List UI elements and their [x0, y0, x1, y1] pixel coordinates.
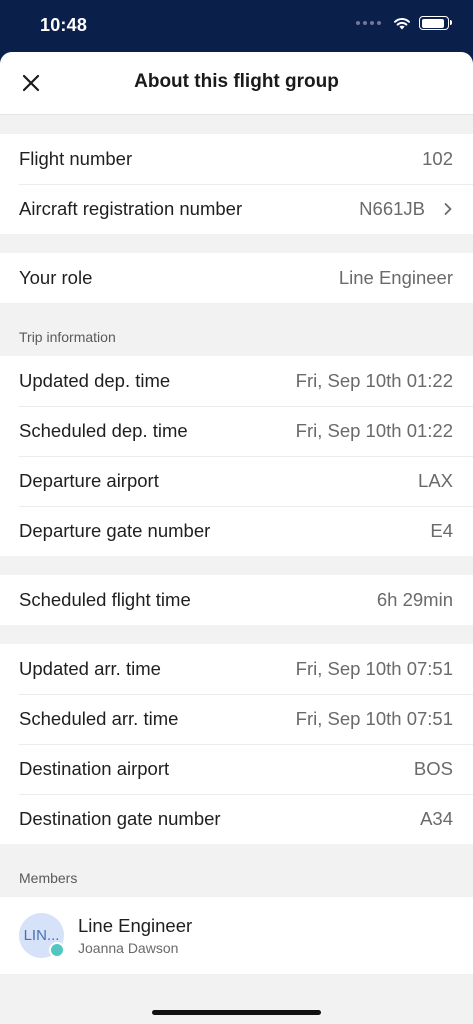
member-list-item[interactable]: LIN... Line Engineer Joanna Dawson	[0, 897, 473, 974]
online-status-icon	[49, 942, 65, 958]
chevron-right-icon	[444, 203, 452, 215]
wifi-icon	[394, 17, 410, 30]
row-label: Scheduled dep. time	[19, 420, 188, 441]
flight-number-row: Flight number 102	[0, 134, 473, 184]
departure-gate-row: Departure gate number E4	[0, 506, 473, 556]
row-value: E4	[430, 520, 453, 541]
row-value: BOS	[413, 758, 453, 779]
row-label: Your role	[19, 267, 93, 288]
registration-text: N661JB	[359, 198, 425, 219]
status-icons	[356, 16, 452, 30]
scheduled-dep-time-row: Scheduled dep. time Fri, Sep 10th 01:22	[0, 406, 473, 456]
destination-airport-row: Destination airport BOS	[0, 744, 473, 794]
row-label: Departure gate number	[19, 520, 211, 541]
row-label: Updated dep. time	[19, 370, 171, 391]
row-label: Aircraft registration number	[19, 198, 243, 219]
row-value: A34	[420, 808, 453, 829]
home-indicator[interactable]	[152, 1010, 321, 1015]
departure-airport-row: Departure airport LAX	[0, 456, 473, 506]
member-subtitle: Joanna Dawson	[78, 940, 179, 956]
member-text: Line Engineer Joanna Dawson	[78, 915, 192, 956]
row-value: Fri, Sep 10th 01:22	[295, 370, 453, 391]
status-bar: 10:48	[0, 0, 473, 52]
role-group: Your role Line Engineer	[0, 253, 473, 303]
updated-arr-time-row: Updated arr. time Fri, Sep 10th 07:51	[0, 644, 473, 694]
battery-icon	[419, 16, 452, 30]
flight-number-value: 102	[422, 148, 453, 169]
row-label: Destination gate number	[19, 808, 221, 829]
members-section-header: Members	[19, 870, 78, 886]
avatar: LIN...	[19, 913, 65, 958]
member-name: Line Engineer	[78, 915, 193, 936]
destination-gate-row: Destination gate number A34	[0, 794, 473, 844]
row-label: Scheduled flight time	[19, 589, 191, 610]
row-label: Departure airport	[19, 470, 159, 491]
row-label: Scheduled arr. time	[19, 708, 179, 729]
scheduled-arr-time-row: Scheduled arr. time Fri, Sep 10th 07:51	[0, 694, 473, 744]
flight-info-group: Flight number 102 Aircraft registration …	[0, 134, 473, 234]
role-row: Your role Line Engineer	[0, 253, 473, 303]
scheduled-flight-time-row: Scheduled flight time 6h 29min	[0, 575, 473, 625]
bottom-sheet: About this flight group Flight number 10…	[0, 52, 473, 1024]
row-label: Destination airport	[19, 758, 170, 779]
signal-icon	[356, 21, 381, 25]
arrival-group: Updated arr. time Fri, Sep 10th 07:51 Sc…	[0, 644, 473, 844]
aircraft-registration-value: N661JB	[359, 198, 453, 220]
row-label: Flight number	[19, 148, 133, 169]
trip-section-header: Trip information	[19, 329, 116, 345]
row-value: Fri, Sep 10th 07:51	[295, 658, 453, 679]
row-value: Fri, Sep 10th 01:22	[295, 420, 453, 441]
row-label: Updated arr. time	[19, 658, 161, 679]
sheet-header: About this flight group	[0, 52, 473, 115]
row-value: Fri, Sep 10th 07:51	[295, 708, 453, 729]
row-value: LAX	[418, 470, 453, 491]
aircraft-registration-row[interactable]: Aircraft registration number N661JB	[0, 184, 473, 234]
departure-group: Updated dep. time Fri, Sep 10th 01:22 Sc…	[0, 356, 473, 556]
status-time: 10:48	[40, 15, 88, 35]
updated-dep-time-row: Updated dep. time Fri, Sep 10th 01:22	[0, 356, 473, 406]
flight-time-group: Scheduled flight time 6h 29min	[0, 575, 473, 625]
role-value: Line Engineer	[338, 267, 453, 288]
row-value: 6h 29min	[376, 589, 453, 610]
page-title: About this flight group	[134, 71, 339, 92]
